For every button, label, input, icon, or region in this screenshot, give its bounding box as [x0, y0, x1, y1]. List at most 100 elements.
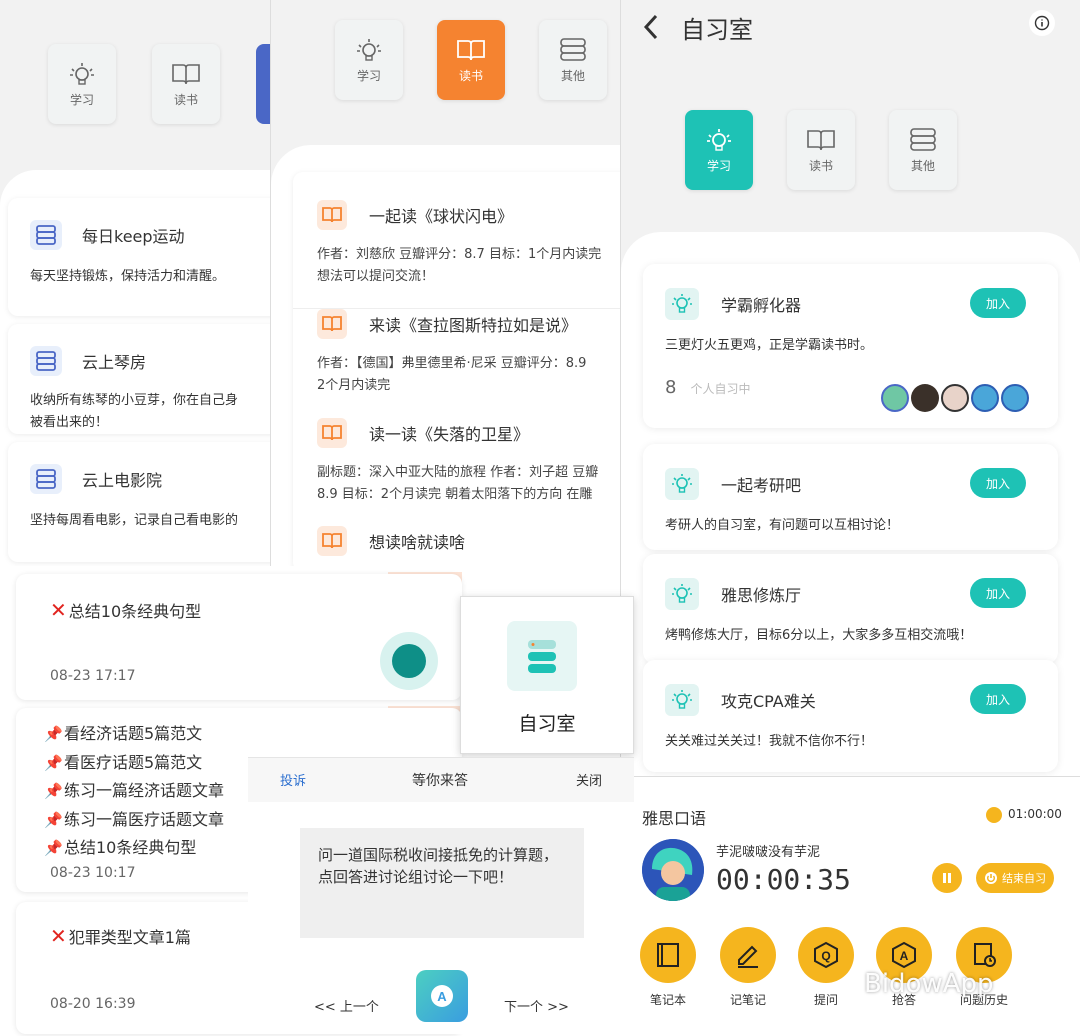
tab-label: 读书	[458, 68, 483, 83]
tab-reading-active[interactable]: 读书	[437, 20, 505, 100]
card-title: 云上电影院	[82, 471, 163, 490]
cross-icon: ✕	[50, 924, 67, 948]
tab-study[interactable]: 学习	[335, 20, 403, 100]
study-room-entry[interactable]: 自习室	[460, 596, 634, 754]
card-desc: 收纳所有练琴的小豆芽，你在自己身	[30, 393, 239, 408]
list-item[interactable]: 读一读《失落的卫星》 副标题：深入中亚大陆的旅程 作者：刘子超 豆瓣 8.9 目…	[293, 418, 620, 506]
pin-icon: 📌	[44, 725, 63, 743]
tab-label: 学习	[356, 68, 381, 83]
watermark: BidowApp	[864, 969, 994, 999]
avatar	[881, 384, 909, 412]
book-icon	[170, 61, 202, 87]
list-item[interactable]: 一起读《球状闪电》 作者：刘慈欣 豆瓣评分：8.7 目标：1个月内读完 想法可以…	[293, 200, 620, 288]
tab-reading[interactable]: 读书	[787, 110, 855, 190]
avatar	[642, 839, 704, 901]
tab-label: 读书	[808, 158, 833, 173]
room-card[interactable]: 一起考研吧 考研人的自习室，有问题可以互相讨论！ 加入	[643, 444, 1058, 550]
info-icon[interactable]	[1029, 10, 1055, 36]
tool-label: 笔记本	[649, 993, 686, 1007]
avatar-group[interactable]	[881, 384, 1029, 412]
card-title: 读一读《失落的卫星》	[369, 425, 530, 444]
list-item[interactable]: 每日keep运动 每天坚持锻炼，保持活力和清醒。	[8, 198, 272, 316]
answer-app-icon[interactable]: A	[416, 970, 468, 1022]
list-item[interactable]: 来读《查拉图斯特拉如是说》 作者：【德国】弗里德里希·尼采 豆瓣评分：8.9 2…	[293, 308, 620, 397]
svg-text:A: A	[437, 989, 447, 1004]
task-text: 犯罪类型文章1篇	[68, 928, 191, 947]
card-title: 每日keep运动	[82, 227, 185, 246]
task-text: 练习一篇医疗话题文章	[64, 809, 225, 829]
card-desc-line2: 想法可以提问交流！	[317, 269, 435, 284]
complete-toggle[interactable]	[380, 632, 438, 690]
pin-icon: 📌	[44, 839, 63, 857]
room-desc: 烤鸭修炼大厅，目标6分以上，大家多多互相交流哦！	[665, 628, 973, 643]
question-text: 问一道国际税收间接抵免的计算题，点回答进讨论组讨论一下吧！	[300, 828, 584, 938]
room-card[interactable]: 学霸孵化器 三更灯火五更鸡，正是学霸读书时。 加入 8 个人自习中	[643, 264, 1058, 428]
clock-icon	[986, 807, 1002, 823]
avatar	[941, 384, 969, 412]
card-desc-line2: 2个月内读完	[317, 378, 391, 393]
lightbulb-icon	[665, 468, 699, 500]
member-count: 8	[665, 377, 677, 398]
page-title: 自习室	[681, 16, 753, 44]
close-button[interactable]: 关闭	[576, 770, 602, 789]
tool-label: 记笔记	[729, 993, 766, 1007]
back-button[interactable]	[641, 12, 661, 42]
join-button[interactable]: 加入	[970, 684, 1026, 714]
card-title: 一起读《球状闪电》	[369, 207, 514, 226]
next-button[interactable]: 下一个 >>	[504, 996, 569, 1015]
join-button[interactable]: 加入	[970, 288, 1026, 318]
panel-study-room: 自习室 学习 读书 其他 学霸孵化器 三更灯火五更鸡，正是学霸读书时。 加入 8…	[620, 0, 1080, 778]
pin-icon: 📌	[44, 810, 63, 829]
tab-other[interactable]: 其他	[539, 20, 607, 100]
pause-button[interactable]	[932, 863, 962, 893]
lightbulb-icon	[665, 578, 699, 610]
tool-take-note[interactable]: 记笔记	[718, 927, 778, 1008]
cross-icon: ✕	[50, 598, 67, 622]
tab-label: 学习	[706, 158, 731, 173]
stack-icon	[30, 346, 62, 376]
end-session-button[interactable]: 结束自习	[976, 863, 1054, 893]
room-card[interactable]: 雅思修炼厅 烤鸭修炼大厅，目标6分以上，大家多多互相交流哦！ 加入	[643, 554, 1058, 664]
room-desc: 三更灯火五更鸡，正是学霸读书时。	[665, 338, 874, 353]
card-title: 来读《查拉图斯特拉如是说》	[369, 316, 578, 335]
panel-reading-list: 学习 读书 其他 一起读《球状闪电》 作者：刘慈欣 豆瓣评分：8.7 目标：1个…	[270, 0, 620, 570]
dialog-title: 等你来答	[412, 773, 468, 789]
member-count-label: 个人自习中	[690, 382, 751, 396]
tab-study-active[interactable]: 学习	[685, 110, 753, 190]
list-item[interactable]: 云上电影院 坚持每周看电影，记录自己看电影的	[8, 442, 272, 562]
power-icon	[984, 871, 998, 885]
card-title: 想读啥就读啥	[369, 533, 466, 552]
countdown: 01:00:00	[1008, 807, 1062, 821]
avatar	[1001, 384, 1029, 412]
join-button[interactable]: 加入	[970, 578, 1026, 608]
pen-note-icon	[720, 927, 776, 983]
task-text: 看医疗话题5篇范文	[64, 752, 203, 772]
book-icon	[317, 200, 347, 230]
card-desc: 作者：刘慈欣 豆瓣评分：8.7 目标：1个月内读完	[317, 247, 602, 262]
tab-study[interactable]: 学习	[48, 44, 116, 124]
task-text: 看经济话题5篇范文	[64, 724, 203, 743]
tool-notebook[interactable]: 笔记本	[638, 927, 698, 1008]
card-desc: 作者：【德国】弗里德里希·尼采 豆瓣评分：8.9	[317, 356, 587, 371]
svg-text:A: A	[900, 949, 909, 963]
list-item[interactable]: 云上琴房 收纳所有练琴的小豆芽，你在自己身 被看出来的！	[8, 324, 272, 434]
tab-reading[interactable]: 读书	[152, 44, 220, 124]
tab-other[interactable]: 其他	[889, 110, 957, 190]
svg-text:Q: Q	[821, 949, 830, 963]
room-title: 攻克CPA难关	[721, 692, 816, 711]
room-title: 学霸孵化器	[721, 296, 802, 315]
lightbulb-icon	[355, 37, 383, 63]
list-item[interactable]: 想读啥就读啥	[293, 526, 620, 556]
join-button[interactable]: 加入	[970, 468, 1026, 498]
room-desc: 关关难过关关过！我就不信你不行！	[665, 734, 874, 749]
task-card[interactable]: ✕ 总结10条经典句型 08-23 17:17	[16, 574, 462, 700]
card-desc: 坚持每周看电影，记录自己看电影的	[30, 513, 239, 528]
report-button[interactable]: 投诉	[280, 770, 306, 789]
book-icon	[317, 526, 347, 556]
prev-button[interactable]: << 上一个	[314, 996, 379, 1015]
room-card[interactable]: 攻克CPA难关 关关难过关关过！我就不信你不行！ 加入	[643, 660, 1058, 772]
task-date: 08-20 16:39	[50, 996, 136, 1012]
room-title: 一起考研吧	[721, 476, 802, 495]
tool-ask[interactable]: Q 提问	[796, 927, 856, 1008]
lightbulb-icon	[705, 127, 733, 153]
